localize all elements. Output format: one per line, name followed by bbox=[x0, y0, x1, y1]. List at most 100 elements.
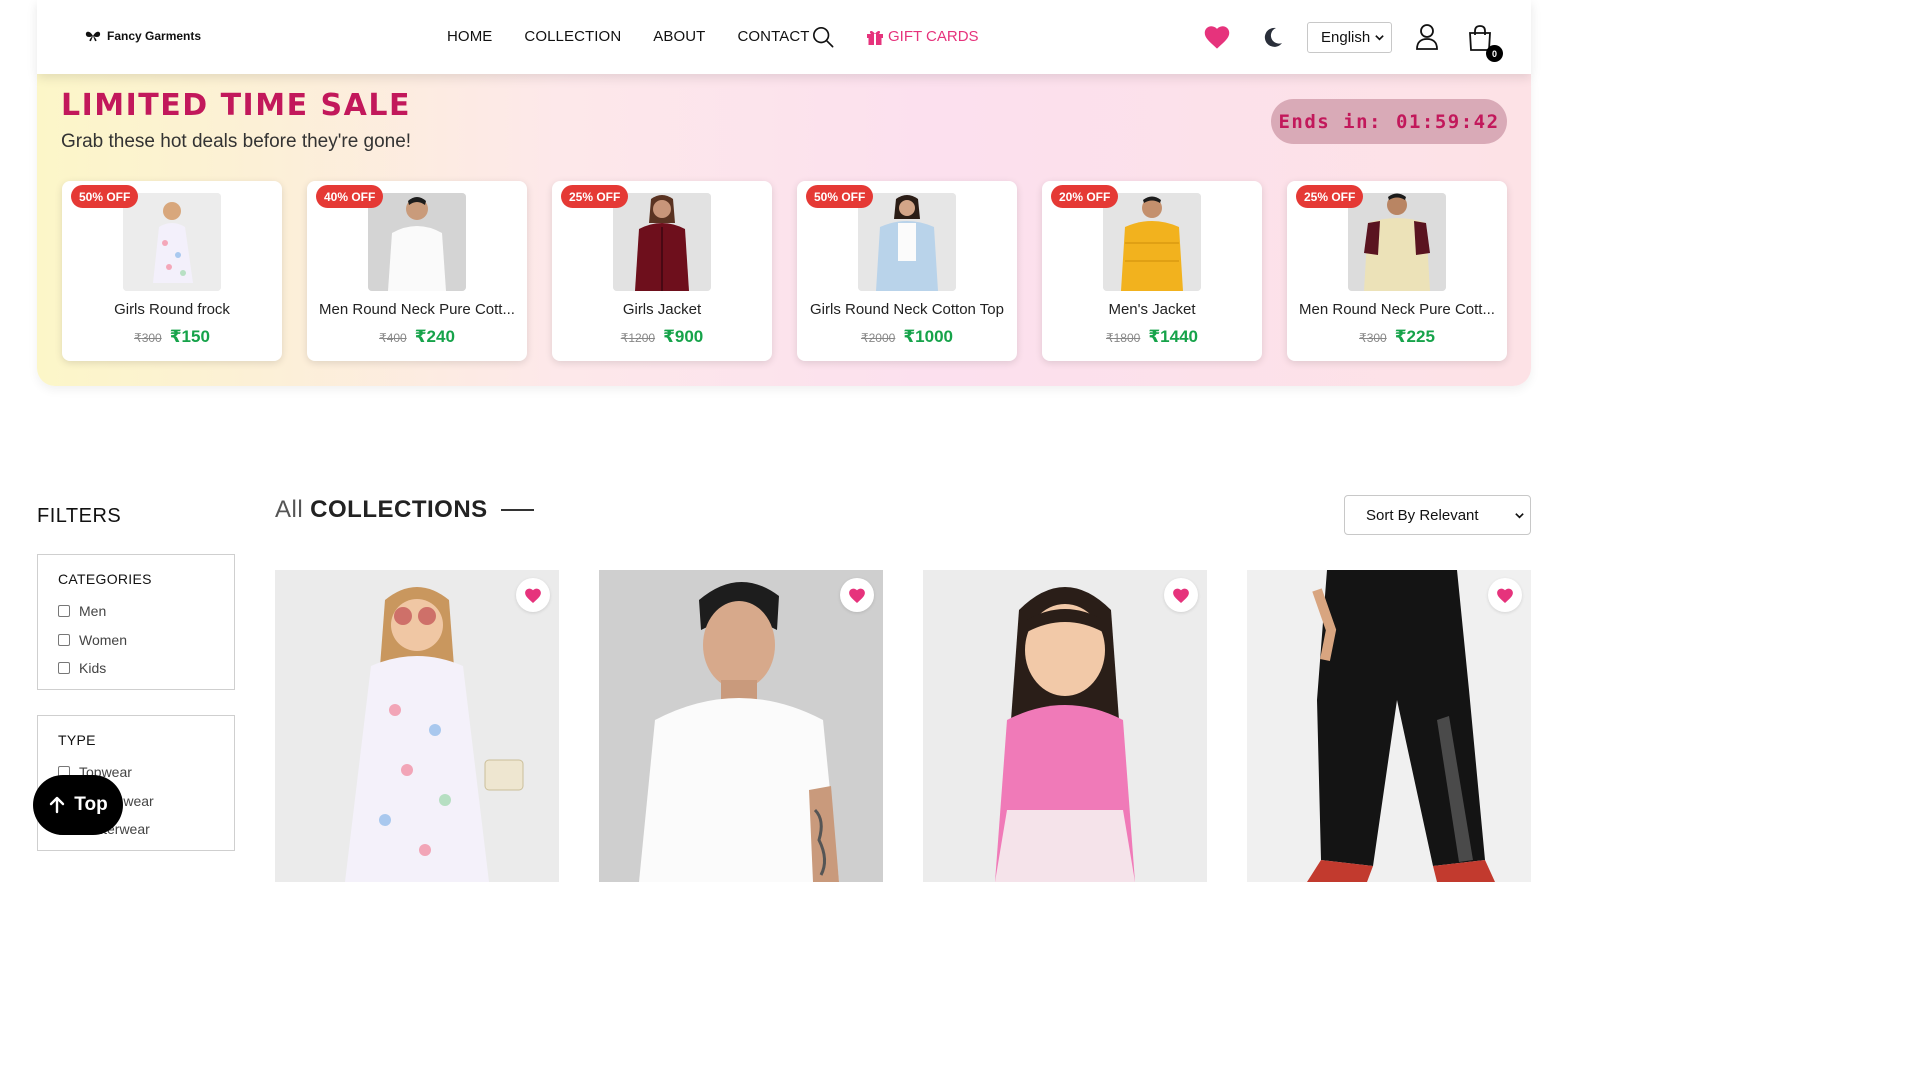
sale-subtitle: Grab these hot deals before they're gone… bbox=[61, 131, 412, 152]
deal-product-name: Men Round Neck Pure Cott... bbox=[319, 301, 515, 318]
sale-price: ₹1440 bbox=[1148, 327, 1198, 346]
arrow-up-icon bbox=[50, 796, 65, 814]
collections-heading: All COLLECTIONS bbox=[275, 496, 534, 524]
product-image bbox=[1307, 570, 1495, 882]
user-account-icon[interactable] bbox=[1415, 23, 1439, 51]
deal-product-name: Girls Round frock bbox=[114, 301, 230, 318]
product-card[interactable] bbox=[599, 570, 883, 882]
nav-collection[interactable]: COLLECTION bbox=[524, 28, 621, 45]
discount-badge: 40% OFF bbox=[316, 185, 384, 208]
deal-price: ₹1200 ₹900 bbox=[552, 327, 772, 347]
sale-price: ₹150 bbox=[169, 327, 210, 346]
heart-icon bbox=[1497, 588, 1513, 603]
original-price: ₹2000 bbox=[861, 331, 896, 345]
brand-name: Fancy Garments bbox=[107, 29, 202, 43]
site-header: Fancy Garments HOME COLLECTION ABOUT CON… bbox=[37, 0, 1531, 74]
deal-product-image bbox=[1348, 193, 1446, 291]
gift-cards-label: GIFT CARDS bbox=[888, 28, 979, 45]
original-price: ₹1800 bbox=[1106, 331, 1141, 345]
add-to-wishlist-button[interactable] bbox=[840, 578, 874, 612]
timer-label: Ends in: bbox=[1278, 110, 1382, 133]
checkbox[interactable] bbox=[58, 634, 70, 646]
deal-card[interactable]: 20% OFF Men's Jacket ₹1800 ₹1440 bbox=[1042, 181, 1262, 361]
sale-price: ₹1000 bbox=[903, 327, 953, 346]
add-to-wishlist-button[interactable] bbox=[1488, 578, 1522, 612]
sale-title: LIMITED TIME SALE bbox=[61, 88, 411, 123]
product-image bbox=[995, 587, 1135, 882]
categories-heading: CATEGORIES bbox=[58, 571, 152, 587]
deal-product-image bbox=[858, 193, 956, 291]
filter-option-kids[interactable]: Kids bbox=[58, 660, 106, 676]
nav-home[interactable]: HOME bbox=[447, 28, 492, 45]
deal-price: ₹300 ₹150 bbox=[62, 327, 282, 347]
discount-badge: 25% OFF bbox=[1296, 185, 1364, 208]
chevron-down-icon bbox=[1515, 513, 1524, 519]
scroll-to-top-button[interactable]: Top bbox=[33, 775, 123, 835]
nav-about[interactable]: ABOUT bbox=[653, 28, 705, 45]
categories-filter-panel: CATEGORIES Men Women Kids bbox=[37, 554, 235, 690]
sort-select[interactable]: Sort By Relevant bbox=[1344, 495, 1531, 535]
filter-option-men[interactable]: Men bbox=[58, 603, 106, 619]
cart-count-badge: 0 bbox=[1486, 45, 1503, 62]
chevron-down-icon bbox=[1375, 35, 1384, 41]
deal-price: ₹300 ₹225 bbox=[1287, 327, 1507, 347]
main-nav: HOME COLLECTION ABOUT CONTACT bbox=[447, 28, 810, 45]
original-price: ₹300 bbox=[134, 331, 162, 345]
language-select[interactable]: English bbox=[1307, 22, 1392, 53]
sale-price: ₹225 bbox=[1394, 327, 1435, 346]
sale-countdown-timer: Ends in: 01:59:42 bbox=[1271, 99, 1507, 144]
heart-icon bbox=[525, 588, 541, 603]
deal-card[interactable]: 25% OFF Men Round Neck Pure Cott... ₹300… bbox=[1287, 181, 1507, 361]
limited-sale-banner: LIMITED TIME SALE Grab these hot deals b… bbox=[37, 74, 1531, 386]
brand-logo[interactable]: Fancy Garments bbox=[85, 29, 201, 43]
deal-price: ₹400 ₹240 bbox=[307, 327, 527, 347]
sort-value: Sort By Relevant bbox=[1366, 506, 1479, 524]
filter-option-label: Men bbox=[79, 603, 107, 619]
heart-icon bbox=[1173, 588, 1189, 603]
deal-product-name: Girls Jacket bbox=[622, 301, 702, 318]
discount-badge: 20% OFF bbox=[1051, 185, 1119, 208]
deal-card[interactable]: 50% OFF Girls Round frock ₹300 ₹150 bbox=[62, 181, 282, 361]
gift-cards-link[interactable]: GIFT CARDS bbox=[866, 28, 979, 45]
filter-option-women[interactable]: Women bbox=[58, 632, 127, 648]
deal-product-name: Girls Round Neck Cotton Top bbox=[810, 301, 1004, 318]
original-price: ₹300 bbox=[1359, 331, 1387, 345]
nav-contact[interactable]: CONTACT bbox=[737, 28, 809, 45]
product-card[interactable] bbox=[1247, 570, 1531, 882]
discount-badge: 50% OFF bbox=[806, 185, 874, 208]
sale-price: ₹240 bbox=[414, 327, 455, 346]
wishlist-heart-icon[interactable] bbox=[1203, 24, 1231, 50]
sale-price: ₹900 bbox=[663, 327, 704, 346]
dark-mode-moon-icon[interactable] bbox=[1261, 25, 1285, 49]
deal-product-image bbox=[1103, 193, 1201, 291]
deal-card[interactable]: 25% OFF Girls Jacket ₹1200 ₹900 bbox=[552, 181, 772, 361]
deal-product-name: Men's Jacket bbox=[1108, 301, 1196, 318]
product-card[interactable] bbox=[275, 570, 559, 882]
filter-option-label: Kids bbox=[79, 660, 107, 676]
deal-price: ₹2000 ₹1000 bbox=[797, 327, 1017, 347]
collections-heading-light: All bbox=[275, 496, 304, 523]
discount-badge: 25% OFF bbox=[561, 185, 629, 208]
discount-badge: 50% OFF bbox=[71, 185, 139, 208]
heading-divider-line bbox=[500, 509, 534, 511]
deal-product-image bbox=[123, 193, 221, 291]
search-icon[interactable] bbox=[812, 26, 834, 48]
deal-product-name: Men Round Neck Pure Cott... bbox=[1299, 301, 1495, 318]
product-card[interactable] bbox=[923, 570, 1207, 882]
product-image bbox=[345, 587, 524, 882]
type-heading: TYPE bbox=[58, 732, 96, 748]
gift-icon bbox=[867, 30, 883, 45]
filter-option-label: Women bbox=[79, 632, 127, 648]
add-to-wishlist-button[interactable] bbox=[1164, 578, 1198, 612]
original-price: ₹400 bbox=[379, 331, 407, 345]
checkbox[interactable] bbox=[58, 605, 70, 617]
deal-product-image bbox=[368, 193, 466, 291]
deal-card[interactable]: 50% OFF Girls Round Neck Cotton Top ₹200… bbox=[797, 181, 1017, 361]
checkbox[interactable] bbox=[58, 662, 70, 674]
product-image bbox=[639, 581, 839, 882]
butterfly-logo-icon bbox=[85, 31, 101, 42]
deal-card[interactable]: 40% OFF Men Round Neck Pure Cott... ₹400… bbox=[307, 181, 527, 361]
timer-value: 01:59:42 bbox=[1396, 110, 1500, 133]
add-to-wishlist-button[interactable] bbox=[516, 578, 550, 612]
deal-product-image bbox=[613, 193, 711, 291]
